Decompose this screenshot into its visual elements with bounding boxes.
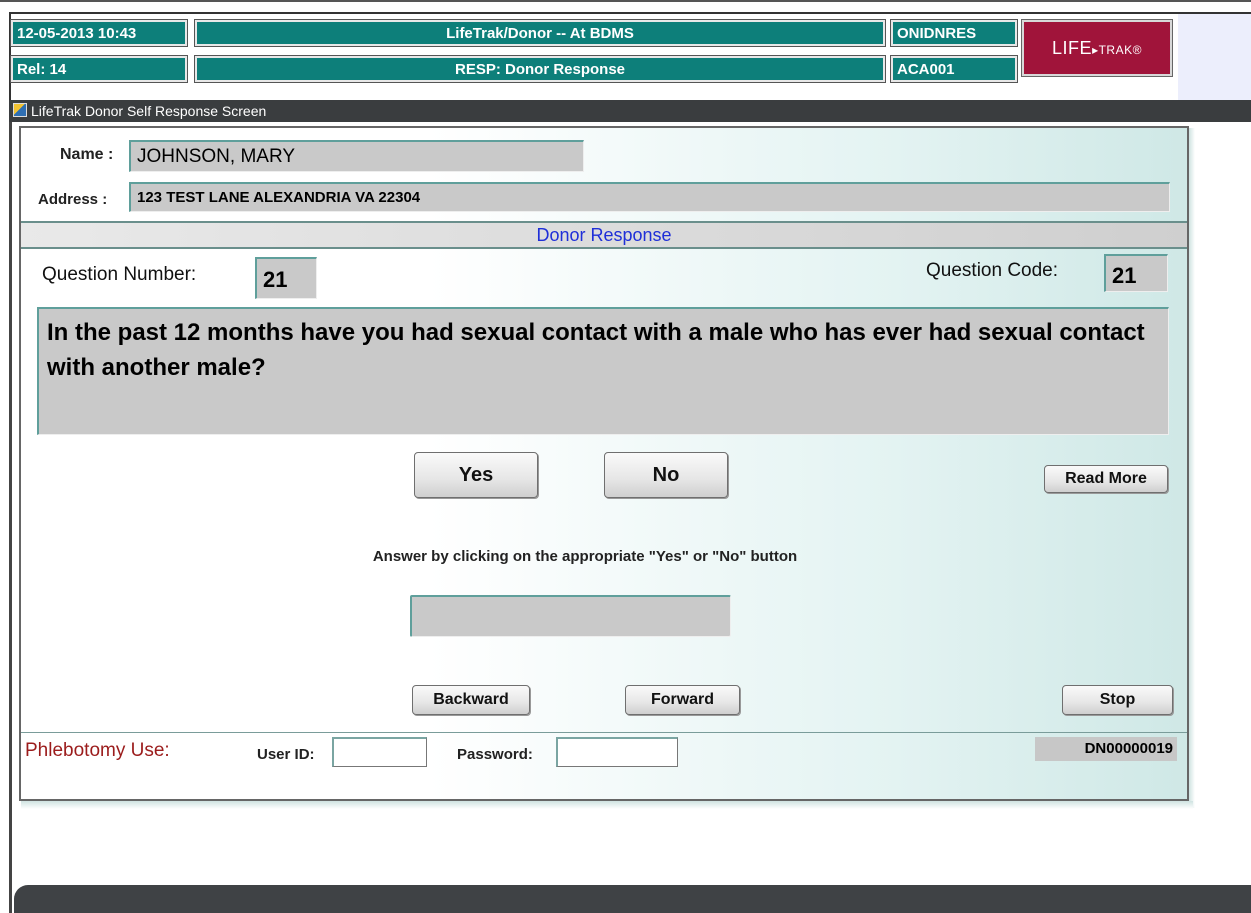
yes-button[interactable]: Yes bbox=[414, 452, 538, 498]
header-datetime: 12-05-2013 10:43 bbox=[10, 19, 188, 47]
header-code-user: ACA001 bbox=[890, 55, 1018, 83]
donor-id-badge: DN00000019 bbox=[1035, 737, 1177, 761]
question-number-field: 21 bbox=[255, 257, 317, 299]
section-title: Donor Response bbox=[536, 225, 672, 245]
read-more-button[interactable]: Read More bbox=[1044, 465, 1168, 493]
question-number-label: Question Number: bbox=[42, 264, 197, 285]
user-id-input[interactable] bbox=[332, 737, 427, 767]
phlebotomy-divider bbox=[21, 732, 1187, 733]
header-function: RESP: Donor Response bbox=[194, 55, 886, 83]
logo-suffix: ▸TRAK® bbox=[1092, 43, 1142, 57]
app-window-icon bbox=[13, 103, 27, 117]
header-app-title: LifeTrak/Donor -- At BDMS bbox=[194, 19, 886, 47]
bottom-status-bar bbox=[14, 885, 1251, 913]
header-release: Rel: 14 bbox=[10, 55, 188, 83]
section-title-bar: Donor Response bbox=[21, 221, 1187, 249]
question-code-label: Question Code: bbox=[926, 260, 1059, 281]
question-code-field: 21 bbox=[1104, 254, 1168, 292]
header: 12-05-2013 10:43 Rel: 14 LifeTrak/Donor … bbox=[9, 12, 1251, 100]
panel-shadow-right bbox=[1189, 128, 1195, 808]
answer-display-field bbox=[410, 595, 731, 637]
no-button[interactable]: No bbox=[604, 452, 728, 498]
window-title-bar: LifeTrak Donor Self Response Screen bbox=[9, 100, 1251, 122]
header-side-strip bbox=[1178, 14, 1251, 100]
question-text: In the past 12 months have you had sexua… bbox=[37, 307, 1169, 435]
password-label: Password: bbox=[457, 746, 533, 763]
user-id-label: User ID: bbox=[257, 746, 315, 763]
address-label: Address : bbox=[38, 191, 108, 208]
stop-button[interactable]: Stop bbox=[1062, 685, 1173, 715]
header-code-program: ONIDNRES bbox=[890, 19, 1018, 47]
logo-text: LIFE bbox=[1052, 38, 1093, 58]
lifetrak-logo: LIFE▸TRAK® bbox=[1021, 19, 1173, 77]
left-edge bbox=[9, 122, 12, 913]
address-field: 123 TEST LANE ALEXANDRIA VA 22304 bbox=[129, 182, 1170, 212]
phlebotomy-label: Phlebotomy Use: bbox=[25, 740, 170, 761]
backward-button[interactable]: Backward bbox=[412, 685, 530, 715]
forward-button[interactable]: Forward bbox=[625, 685, 740, 715]
password-input[interactable] bbox=[556, 737, 678, 767]
name-field: JOHNSON, MARY bbox=[129, 140, 584, 172]
answer-instruction: Answer by clicking on the appropriate "Y… bbox=[372, 548, 798, 565]
top-border bbox=[0, 0, 1251, 10]
panel-shadow-bottom bbox=[21, 801, 1193, 809]
window-title: LifeTrak Donor Self Response Screen bbox=[31, 103, 267, 119]
name-label: Name : bbox=[60, 146, 114, 163]
